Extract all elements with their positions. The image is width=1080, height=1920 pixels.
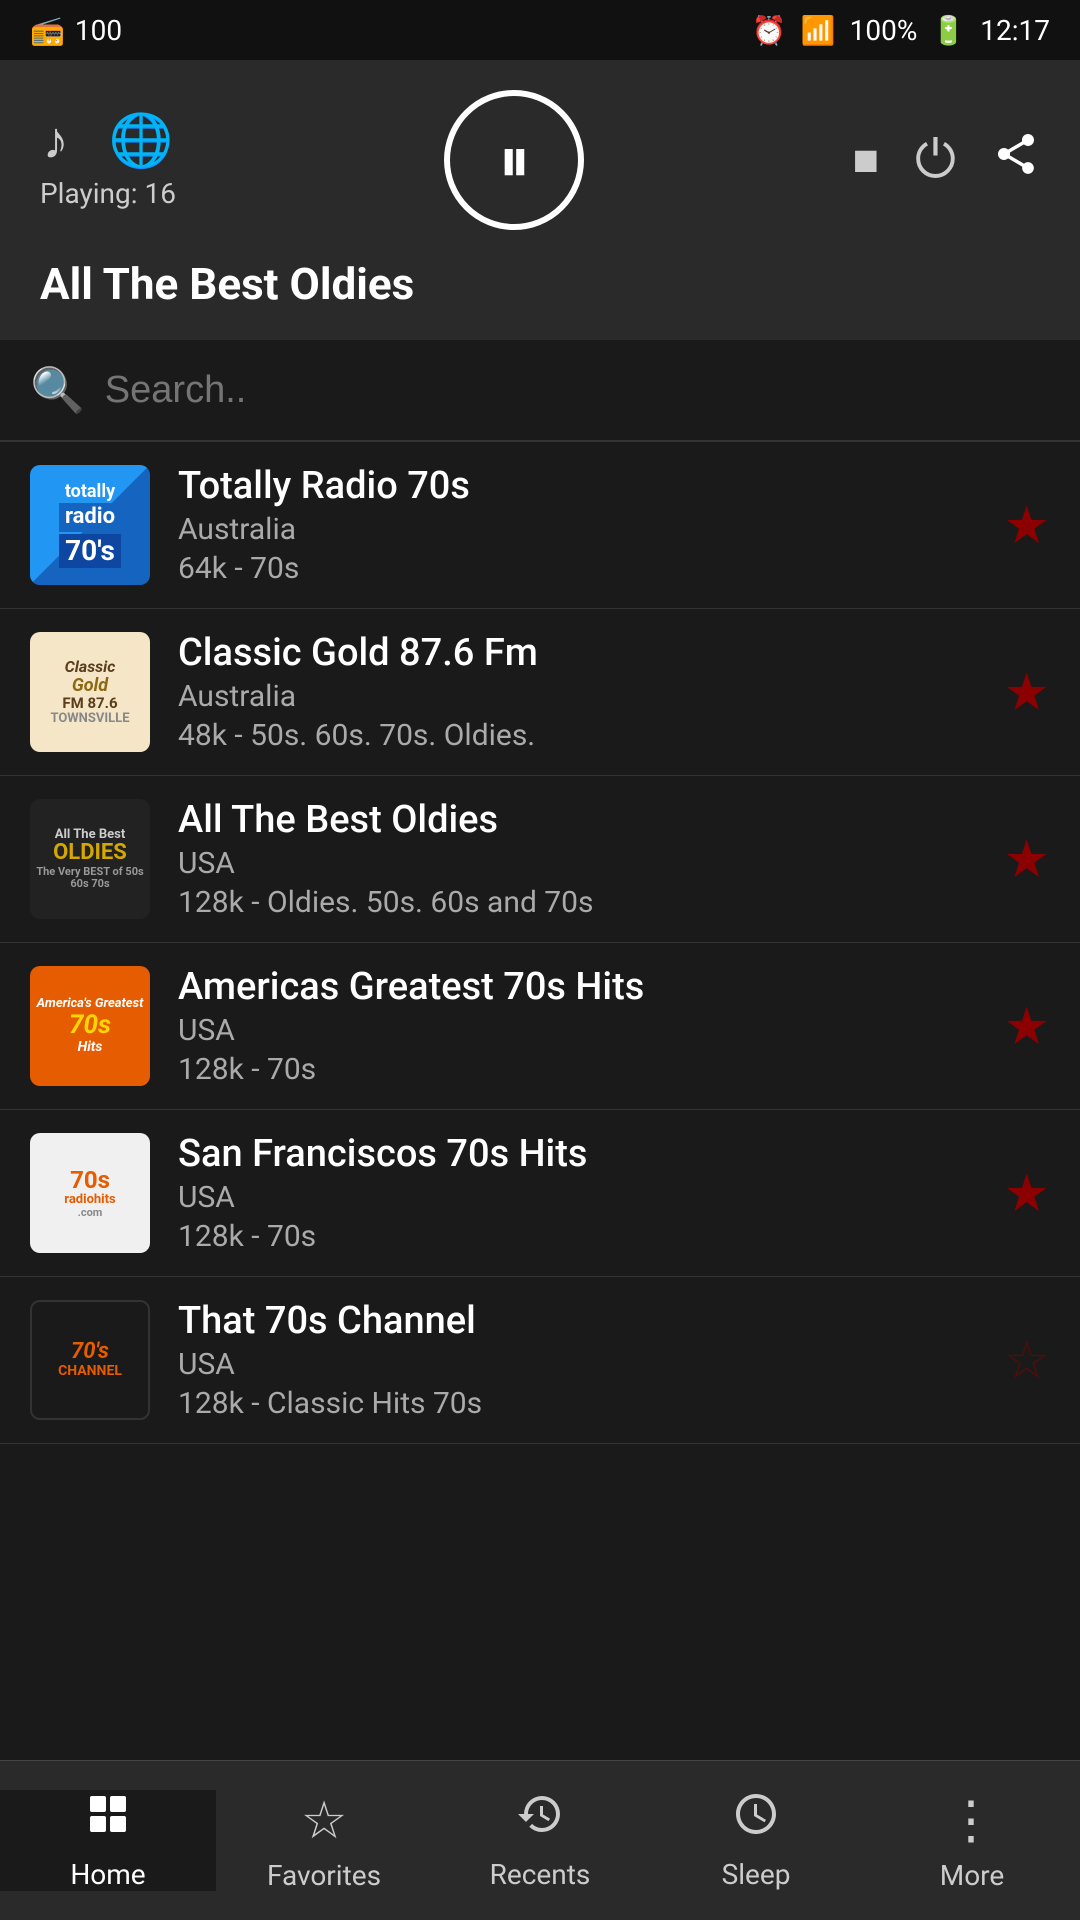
station-list: totally radio 70's Totally Radio 70s Aus… bbox=[0, 442, 1080, 1772]
search-bar[interactable]: 🔍 bbox=[0, 340, 1080, 442]
nav-more[interactable]: ⋮ More bbox=[864, 1790, 1080, 1892]
clock: 12:17 bbox=[980, 14, 1050, 47]
favorites-icon: ☆ bbox=[301, 1790, 348, 1851]
more-label: More bbox=[940, 1859, 1005, 1892]
recents-icon bbox=[516, 1790, 564, 1850]
list-item[interactable]: America's Greatest 70s Hits Americas Gre… bbox=[0, 943, 1080, 1110]
bottom-nav: Home ☆ Favorites Recents Sleep ⋮ More bbox=[0, 1760, 1080, 1920]
favorite-star[interactable]: ★ bbox=[1003, 495, 1050, 556]
station-name: Classic Gold 87.6 Fm bbox=[178, 631, 983, 675]
list-item[interactable]: 70's CHANNEL That 70s Channel USA 128k -… bbox=[0, 1277, 1080, 1444]
station-info: Americas Greatest 70s Hits USA 128k - 70… bbox=[178, 965, 983, 1087]
search-input[interactable] bbox=[105, 369, 1050, 412]
station-bitrate: 128k - 70s bbox=[178, 1219, 983, 1254]
station-logo: Classic Gold FM 87.6 TOWNSVILLE bbox=[30, 632, 150, 752]
station-name: All The Best Oldies bbox=[178, 798, 983, 842]
wifi-icon: 📶 bbox=[801, 14, 836, 47]
favorite-star[interactable]: ★ bbox=[1003, 1163, 1050, 1224]
home-label: Home bbox=[70, 1858, 145, 1891]
stop-button[interactable]: ⏹ bbox=[853, 129, 879, 191]
sleep-label: Sleep bbox=[722, 1858, 791, 1891]
share-button[interactable] bbox=[992, 130, 1040, 191]
list-item[interactable]: Classic Gold FM 87.6 TOWNSVILLE Classic … bbox=[0, 609, 1080, 776]
home-icon bbox=[84, 1790, 132, 1850]
station-logo: 70's CHANNEL bbox=[30, 1300, 150, 1420]
station-country: USA bbox=[178, 1347, 983, 1382]
station-name: Americas Greatest 70s Hits bbox=[178, 965, 983, 1009]
station-info: That 70s Channel USA 128k - Classic Hits… bbox=[178, 1299, 983, 1421]
status-bar: 📻 100 ⏰ 📶 100% 🔋 12:17 bbox=[0, 0, 1080, 60]
more-icon: ⋮ bbox=[945, 1790, 999, 1851]
station-country: Australia bbox=[178, 679, 983, 714]
playing-label: Playing: 16 bbox=[40, 177, 176, 210]
status-right: ⏰ 📶 100% 🔋 12:17 bbox=[752, 14, 1050, 47]
station-logo: totally radio 70's bbox=[30, 465, 150, 585]
sleep-icon bbox=[732, 1790, 780, 1850]
now-playing-title: All The Best Oldies bbox=[40, 258, 1040, 310]
station-country: USA bbox=[178, 1180, 983, 1215]
station-info: All The Best Oldies USA 128k - Oldies. 5… bbox=[178, 798, 983, 920]
favorite-star[interactable]: ★ bbox=[1003, 829, 1050, 890]
alarm-icon: ⏰ bbox=[752, 14, 787, 47]
status-left: 📻 100 bbox=[30, 14, 122, 47]
station-country: USA bbox=[178, 846, 983, 881]
station-logo: All The Best OLDIES The Very BEST of 50s… bbox=[30, 799, 150, 919]
signal-strength: 100 bbox=[75, 14, 122, 47]
nav-favorites[interactable]: ☆ Favorites bbox=[216, 1790, 432, 1892]
station-logo: 70s radiohits .com bbox=[30, 1133, 150, 1253]
station-country: USA bbox=[178, 1013, 983, 1048]
station-name: Totally Radio 70s bbox=[178, 464, 983, 508]
station-bitrate: 48k - 50s. 60s. 70s. Oldies. bbox=[178, 718, 983, 753]
search-icon: 🔍 bbox=[30, 364, 85, 416]
nav-home[interactable]: Home bbox=[0, 1790, 216, 1891]
favorites-label: Favorites bbox=[267, 1859, 381, 1892]
station-info: Totally Radio 70s Australia 64k - 70s bbox=[178, 464, 983, 586]
list-item[interactable]: totally radio 70's Totally Radio 70s Aus… bbox=[0, 442, 1080, 609]
pause-button[interactable]: ⏸ bbox=[444, 90, 584, 230]
recents-label: Recents bbox=[490, 1858, 591, 1891]
globe-icon[interactable]: 🌐 bbox=[109, 110, 174, 171]
player-header: ♪ 🌐 Playing: 16 ⏸ ⏹ ⏻ All The Best Oldie… bbox=[0, 60, 1080, 340]
power-button[interactable]: ⏻ bbox=[915, 129, 956, 191]
station-name: That 70s Channel bbox=[178, 1299, 983, 1343]
battery-text: 100% bbox=[850, 14, 918, 47]
nav-recents[interactable]: Recents bbox=[432, 1790, 648, 1891]
player-left-icons: ♪ 🌐 bbox=[43, 110, 174, 171]
station-info: San Franciscos 70s Hits USA 128k - 70s bbox=[178, 1132, 983, 1254]
station-country: Australia bbox=[178, 512, 983, 547]
battery-icon: 🔋 bbox=[931, 14, 966, 47]
app-icon: 📻 bbox=[30, 14, 65, 47]
music-note-icon[interactable]: ♪ bbox=[43, 110, 69, 171]
player-left: ♪ 🌐 Playing: 16 bbox=[40, 110, 176, 210]
favorite-star[interactable]: ★ bbox=[1003, 662, 1050, 723]
favorite-star[interactable]: ☆ bbox=[1003, 1330, 1050, 1391]
list-item[interactable]: 70s radiohits .com San Franciscos 70s Hi… bbox=[0, 1110, 1080, 1277]
station-name: San Franciscos 70s Hits bbox=[178, 1132, 983, 1176]
pause-icon: ⏸ bbox=[498, 123, 530, 198]
station-bitrate: 64k - 70s bbox=[178, 551, 983, 586]
station-bitrate: 128k - Oldies. 50s. 60s and 70s bbox=[178, 885, 983, 920]
station-bitrate: 128k - Classic Hits 70s bbox=[178, 1386, 983, 1421]
player-controls-row: ♪ 🌐 Playing: 16 ⏸ ⏹ ⏻ bbox=[40, 90, 1040, 230]
nav-sleep[interactable]: Sleep bbox=[648, 1790, 864, 1891]
player-right-controls: ⏹ ⏻ bbox=[853, 129, 1040, 191]
station-bitrate: 128k - 70s bbox=[178, 1052, 983, 1087]
favorite-star[interactable]: ★ bbox=[1003, 996, 1050, 1057]
station-logo: America's Greatest 70s Hits bbox=[30, 966, 150, 1086]
list-item[interactable]: All The Best OLDIES The Very BEST of 50s… bbox=[0, 776, 1080, 943]
station-info: Classic Gold 87.6 Fm Australia 48k - 50s… bbox=[178, 631, 983, 753]
